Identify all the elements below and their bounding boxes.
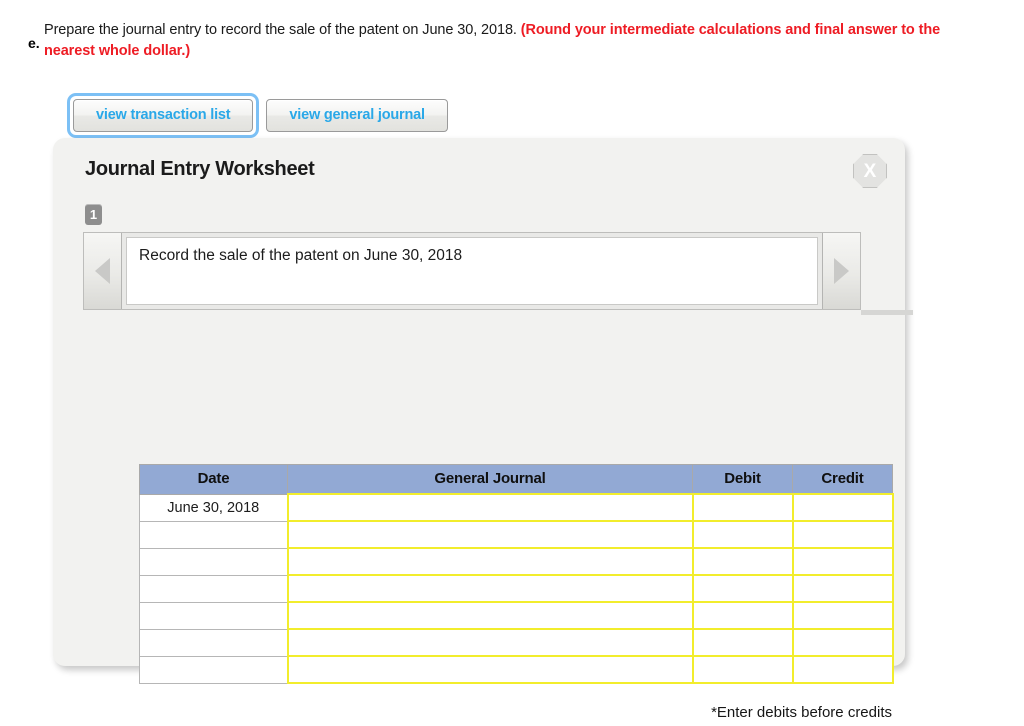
cell-credit[interactable] <box>791 655 894 684</box>
cell-date[interactable] <box>139 628 288 657</box>
close-icon: X <box>853 154 887 188</box>
column-header-credit: Credit <box>792 464 893 495</box>
table-body: June 30, 2018 <box>139 493 894 684</box>
cell-credit[interactable] <box>791 520 894 549</box>
column-header-debit: Debit <box>692 464 793 495</box>
cell-general-journal[interactable] <box>286 655 694 684</box>
step-badge[interactable]: 1 <box>85 204 102 225</box>
cell-credit[interactable] <box>791 547 894 576</box>
tab-transaction-list-focus-ring: view transaction list <box>70 96 256 135</box>
table-row: June 30, 2018 <box>139 493 894 522</box>
cell-debit[interactable] <box>691 520 794 549</box>
close-button[interactable]: X <box>853 154 887 188</box>
journal-entry-table: Date General Journal Debit Credit June 3… <box>139 464 894 684</box>
cell-debit[interactable] <box>691 574 794 603</box>
question-letter: e. <box>28 35 40 51</box>
chevron-right-icon <box>834 258 849 284</box>
panel-title: Journal Entry Worksheet <box>85 158 315 180</box>
view-tabs: view transaction list view general journ… <box>70 96 448 135</box>
table-row <box>139 520 894 549</box>
cell-date[interactable] <box>139 574 288 603</box>
table-row <box>139 574 894 603</box>
tab-view-general-journal[interactable]: view general journal <box>266 99 448 132</box>
cell-date[interactable] <box>139 547 288 576</box>
cell-date[interactable] <box>139 520 288 549</box>
navigator-tail-divider <box>861 310 913 315</box>
table-row <box>139 628 894 657</box>
table-row <box>139 655 894 684</box>
cell-debit[interactable] <box>691 628 794 657</box>
table-row <box>139 601 894 630</box>
cell-general-journal[interactable] <box>286 547 694 576</box>
cell-general-journal[interactable] <box>286 520 694 549</box>
cell-general-journal[interactable] <box>286 601 694 630</box>
screenshot-root: e. Prepare the journal entry to record t… <box>0 0 1024 726</box>
cell-general-journal[interactable] <box>286 574 694 603</box>
cell-debit[interactable] <box>691 655 794 684</box>
chevron-left-icon <box>95 258 110 284</box>
table-header-row: Date General Journal Debit Credit <box>139 464 893 495</box>
cell-credit[interactable] <box>791 628 894 657</box>
table-row <box>139 547 894 576</box>
cell-credit[interactable] <box>791 601 894 630</box>
question-text-black: Prepare the journal entry to record the … <box>44 22 521 38</box>
cell-debit[interactable] <box>691 601 794 630</box>
cell-debit[interactable] <box>691 493 794 522</box>
tab-view-transaction-list[interactable]: view transaction list <box>73 99 254 132</box>
journal-entry-worksheet-panel: Journal Entry Worksheet X 1 Record the s… <box>53 138 913 721</box>
question-text: Prepare the journal entry to record the … <box>44 20 988 62</box>
debits-before-credits-hint: *Enter debits before credits <box>711 704 892 721</box>
entry-description: Record the sale of the patent on June 30… <box>126 237 818 305</box>
cell-credit[interactable] <box>791 574 894 603</box>
cell-date[interactable] <box>139 601 288 630</box>
next-entry-button[interactable] <box>822 233 860 309</box>
cell-debit[interactable] <box>691 547 794 576</box>
cell-date[interactable] <box>139 655 288 684</box>
column-header-general-journal: General Journal <box>287 464 693 495</box>
column-header-date: Date <box>139 464 288 495</box>
cell-date: June 30, 2018 <box>139 493 288 522</box>
question-prompt: e. Prepare the journal entry to record t… <box>28 20 988 62</box>
cell-credit[interactable] <box>791 493 894 522</box>
cell-general-journal[interactable] <box>286 628 694 657</box>
cell-general-journal[interactable] <box>286 493 694 522</box>
entry-navigator: Record the sale of the patent on June 30… <box>83 232 861 310</box>
previous-entry-button[interactable] <box>84 233 122 309</box>
